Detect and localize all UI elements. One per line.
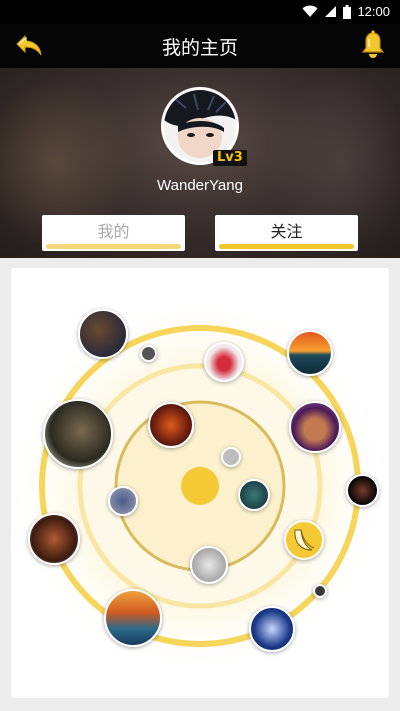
bubble-tiny-dot-2[interactable] [313, 584, 327, 598]
bubble-curly-girl[interactable] [289, 401, 341, 453]
username: WanderYang [157, 177, 243, 194]
tab-underline [219, 244, 354, 249]
status-icons: 12:00 [302, 4, 390, 19]
center-core [181, 467, 219, 505]
wifi-icon [302, 5, 318, 17]
orbit-rings [11, 296, 389, 676]
bubble-blue-figure[interactable] [108, 486, 138, 516]
app-bar: 我的主页 [0, 24, 400, 68]
bubble-banana[interactable] [284, 520, 324, 560]
bell-icon [361, 30, 385, 58]
bubble-guitar-man[interactable] [28, 513, 80, 565]
tab-follow-label: 关注 [270, 222, 303, 241]
page-title: 我的主页 [161, 37, 238, 59]
tab-mine[interactable]: 我的 [42, 215, 185, 251]
tab-mine-label: 我的 [97, 222, 130, 241]
bubble-small-figure[interactable] [221, 447, 241, 467]
status-bar: 12:00 [0, 0, 400, 24]
bubble-sunset-sea[interactable] [287, 330, 333, 376]
bubble-fire-glow[interactable] [148, 402, 194, 448]
bubble-sailing-ships[interactable] [104, 589, 162, 647]
bubble-dreadlocks-man[interactable] [43, 399, 113, 469]
bubble-tiny-dot-1[interactable] [140, 345, 157, 362]
notification-button[interactable] [360, 30, 386, 60]
tab-follow[interactable]: 关注 [215, 215, 358, 251]
battery-icon [343, 4, 352, 19]
bubble-teal-portrait[interactable] [238, 479, 270, 511]
bubble-dark-face[interactable] [346, 474, 379, 507]
profile-screen: 12:00 我的主页 Lv3 WanderYang 我的 关注 [0, 0, 400, 711]
banana-icon [294, 529, 315, 551]
status-time: 12:00 [357, 4, 390, 19]
tab-underline [46, 244, 181, 249]
bubble-forest-room[interactable] [78, 309, 128, 359]
bubble-red-lips[interactable] [204, 342, 244, 382]
level-badge: Lv3 [213, 150, 247, 166]
cellular-signal-icon [325, 6, 337, 17]
bubble-blue-hands[interactable] [249, 606, 295, 652]
follow-galaxy-card [11, 268, 389, 698]
bubble-sketch[interactable] [190, 546, 228, 584]
